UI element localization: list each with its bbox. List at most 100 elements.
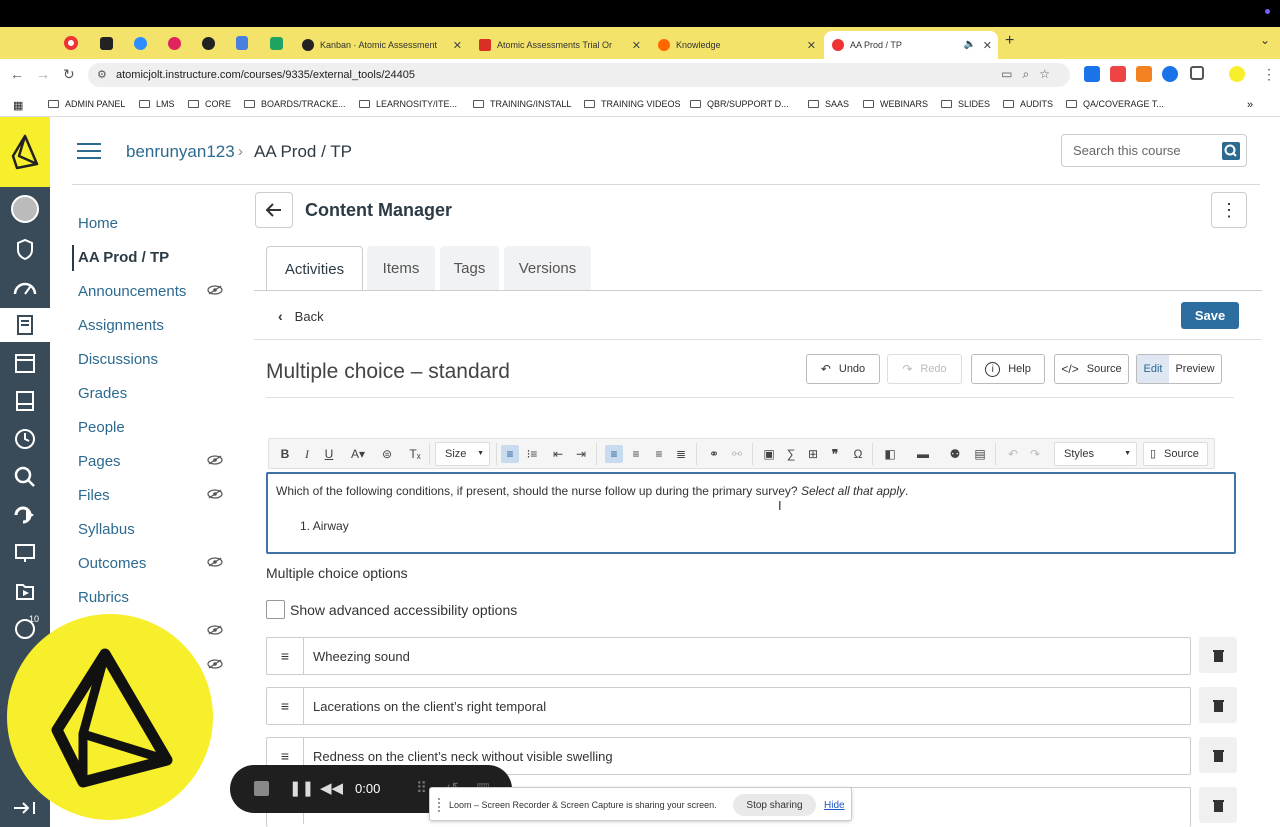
table-icon[interactable]: ⊞ xyxy=(804,445,822,463)
bookmark-webinars[interactable]: WEBINARS xyxy=(863,99,928,109)
course-nav-files[interactable]: Files xyxy=(78,487,110,504)
search-icon[interactable] xyxy=(1222,142,1240,160)
account-icon[interactable] xyxy=(0,192,50,226)
course-nav-assignments[interactable]: Assignments xyxy=(78,317,164,334)
more-options-icon[interactable]: ⋮ xyxy=(1211,192,1247,228)
speaker-icon[interactable]: ⚉ xyxy=(946,445,964,463)
book-icon[interactable]: ▬ xyxy=(914,445,932,463)
pinned-tab-icon[interactable] xyxy=(168,37,181,50)
hamburger-menu-icon[interactable] xyxy=(77,143,101,161)
extension-icon[interactable] xyxy=(1084,66,1100,82)
link-icon[interactable]: ⚭ xyxy=(705,445,723,463)
close-icon[interactable]: ✕ xyxy=(453,39,462,52)
courses-icon[interactable] xyxy=(0,308,50,342)
bold-icon[interactable]: B xyxy=(276,445,294,463)
bookmark-qbr[interactable]: QBR/SUPPORT D... xyxy=(690,99,789,109)
align-left-icon[interactable]: ≡ xyxy=(605,445,623,463)
italic-icon[interactable]: I xyxy=(298,445,316,463)
admin-icon[interactable] xyxy=(0,232,50,266)
audio-icon[interactable]: 🔈 xyxy=(964,39,976,50)
image-icon[interactable]: ▣ xyxy=(760,445,778,463)
course-nav-aa-prod[interactable]: AA Prod / TP xyxy=(78,249,169,266)
close-icon[interactable]: ✕ xyxy=(807,39,816,52)
math-icon[interactable]: ∑ xyxy=(782,445,800,463)
grip-icon[interactable] xyxy=(438,798,442,812)
drag-dots-icon[interactable]: ⠿ xyxy=(416,779,427,797)
option-text[interactable]: Wheezing sound xyxy=(313,649,410,664)
course-nav-pages[interactable]: Pages xyxy=(78,453,121,470)
bookmark-qa[interactable]: QA/COVERAGE T... xyxy=(1066,99,1164,109)
align-right-icon[interactable]: ≡ xyxy=(650,445,668,463)
numbered-list-icon[interactable]: ≡ xyxy=(501,445,519,463)
underline-icon[interactable]: U xyxy=(320,445,338,463)
collapse-nav-icon[interactable] xyxy=(0,793,50,823)
tab-activities[interactable]: Activities xyxy=(266,246,363,291)
course-nav-rubrics[interactable]: Rubrics xyxy=(78,589,129,606)
media-icon[interactable]: ▤ xyxy=(971,445,989,463)
outdent-icon[interactable]: ⇤ xyxy=(549,445,567,463)
course-nav-announcements[interactable]: Announcements xyxy=(78,283,186,300)
course-nav-discussions[interactable]: Discussions xyxy=(78,351,158,368)
menu-icon[interactable]: ⋮ xyxy=(1262,66,1276,83)
profile-icon[interactable] xyxy=(1229,66,1245,82)
tab-tags[interactable]: Tags xyxy=(440,246,499,290)
tab-trial[interactable]: Atomic Assessments Trial Or ✕ xyxy=(471,31,647,59)
justify-icon[interactable]: ≣ xyxy=(672,445,690,463)
puzzle-icon[interactable] xyxy=(1190,66,1204,80)
text-color-icon[interactable]: A▾ xyxy=(346,445,370,463)
pinned-tab-icon[interactable] xyxy=(134,37,147,50)
option-text[interactable]: Lacerations on the client’s right tempor… xyxy=(313,699,546,714)
site-info-icon[interactable]: ⚙ xyxy=(97,68,107,81)
apps-icon[interactable]: ▦ xyxy=(13,99,23,112)
forward-icon[interactable]: → xyxy=(36,66,50,82)
course-nav-people[interactable]: People xyxy=(78,419,125,436)
github-icon[interactable] xyxy=(202,37,215,50)
redo-button[interactable]: ↷ Redo xyxy=(887,354,962,384)
commons-icon[interactable] xyxy=(0,536,50,570)
search-icon[interactable] xyxy=(0,460,50,494)
delete-option-button[interactable] xyxy=(1199,637,1237,673)
back-arrow-button[interactable] xyxy=(255,192,293,228)
stop-sharing-button[interactable]: Stop sharing xyxy=(733,794,816,816)
tab-versions[interactable]: Versions xyxy=(504,246,591,290)
sheets-icon[interactable] xyxy=(270,37,283,50)
course-nav-grades[interactable]: Grades xyxy=(78,385,127,402)
tab-knowledge[interactable]: Knowledge ✕ xyxy=(650,31,822,59)
bookmark-training[interactable]: TRAINING/INSTALL xyxy=(473,99,571,109)
delete-option-button[interactable] xyxy=(1199,737,1237,773)
pinned-tab-icon[interactable] xyxy=(64,36,78,50)
close-icon[interactable]: ✕ xyxy=(983,39,992,52)
close-icon[interactable]: ✕ xyxy=(632,39,641,52)
question-stem-editor[interactable]: Which of the following conditions, if pr… xyxy=(266,472,1236,554)
delete-option-button[interactable] xyxy=(1199,787,1237,823)
rewind-icon[interactable]: ◀◀ xyxy=(320,779,343,797)
docs-icon[interactable] xyxy=(236,36,248,50)
extension-icon[interactable] xyxy=(1162,66,1178,82)
loom-camera-bubble[interactable] xyxy=(7,614,213,820)
more-bookmarks-icon[interactable]: » xyxy=(1247,99,1253,111)
files-icon[interactable] xyxy=(0,574,50,608)
inbox-icon[interactable] xyxy=(0,384,50,418)
extension-icon[interactable] xyxy=(1110,66,1126,82)
dashboard-icon[interactable] xyxy=(0,270,50,304)
special-char-icon[interactable]: Ω xyxy=(849,445,867,463)
strikethrough-icon[interactable]: ⊜ xyxy=(378,445,396,463)
save-button[interactable]: Save xyxy=(1181,302,1239,329)
new-tab-button[interactable]: + xyxy=(1005,32,1014,50)
bookmark-learnosity[interactable]: LEARNOSITY/ITE... xyxy=(359,99,457,109)
editor-source-button[interactable]: ▯ Source xyxy=(1143,442,1208,466)
blockquote-icon[interactable]: ❞ xyxy=(826,445,844,463)
indent-icon[interactable]: ⇥ xyxy=(572,445,590,463)
address-bar[interactable]: ⚙ atomicjolt.instructure.com/courses/933… xyxy=(88,63,1070,87)
bookmark-audits[interactable]: AUDITS xyxy=(1003,99,1053,109)
option-text[interactable]: Redness on the client’s neck without vis… xyxy=(313,749,613,764)
tab-kanban[interactable]: Kanban · Atomic Assessment ✕ xyxy=(294,31,468,59)
bookmark-videos[interactable]: TRAINING VIDEOS xyxy=(584,99,681,109)
bookmark-saas[interactable]: SAAS xyxy=(808,99,849,109)
course-nav-outcomes[interactable]: Outcomes xyxy=(78,555,146,572)
studio-icon[interactable] xyxy=(0,498,50,532)
bookmark-boards[interactable]: BOARDS/TRACKE... xyxy=(244,99,346,109)
back-icon[interactable]: ← xyxy=(10,66,24,82)
pinned-tab-icon[interactable] xyxy=(100,37,113,50)
undo-icon[interactable]: ↶ xyxy=(1004,445,1022,463)
